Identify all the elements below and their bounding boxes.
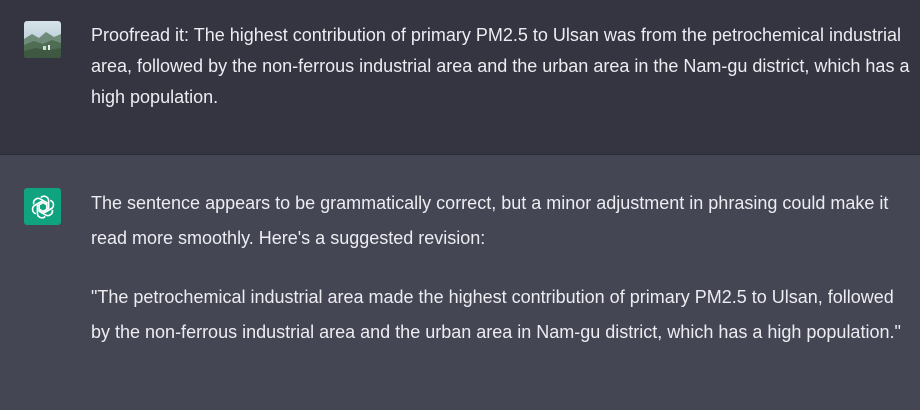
openai-logo-icon [31,194,54,219]
assistant-message: The sentence appears to be grammatically… [0,155,920,410]
assistant-paragraph: "The petrochemical industrial area made … [91,287,901,342]
user-photo-icon [24,21,61,58]
assistant-paragraph: The sentence appears to be grammatically… [91,193,889,248]
user-message-text: Proofread it: The highest contribution o… [91,25,910,107]
user-avatar-icon [24,21,61,58]
assistant-avatar [24,188,61,225]
assistant-message-text: The sentence appears to be grammatically… [91,186,911,350]
user-message: Proofread it: The highest contribution o… [0,0,920,155]
